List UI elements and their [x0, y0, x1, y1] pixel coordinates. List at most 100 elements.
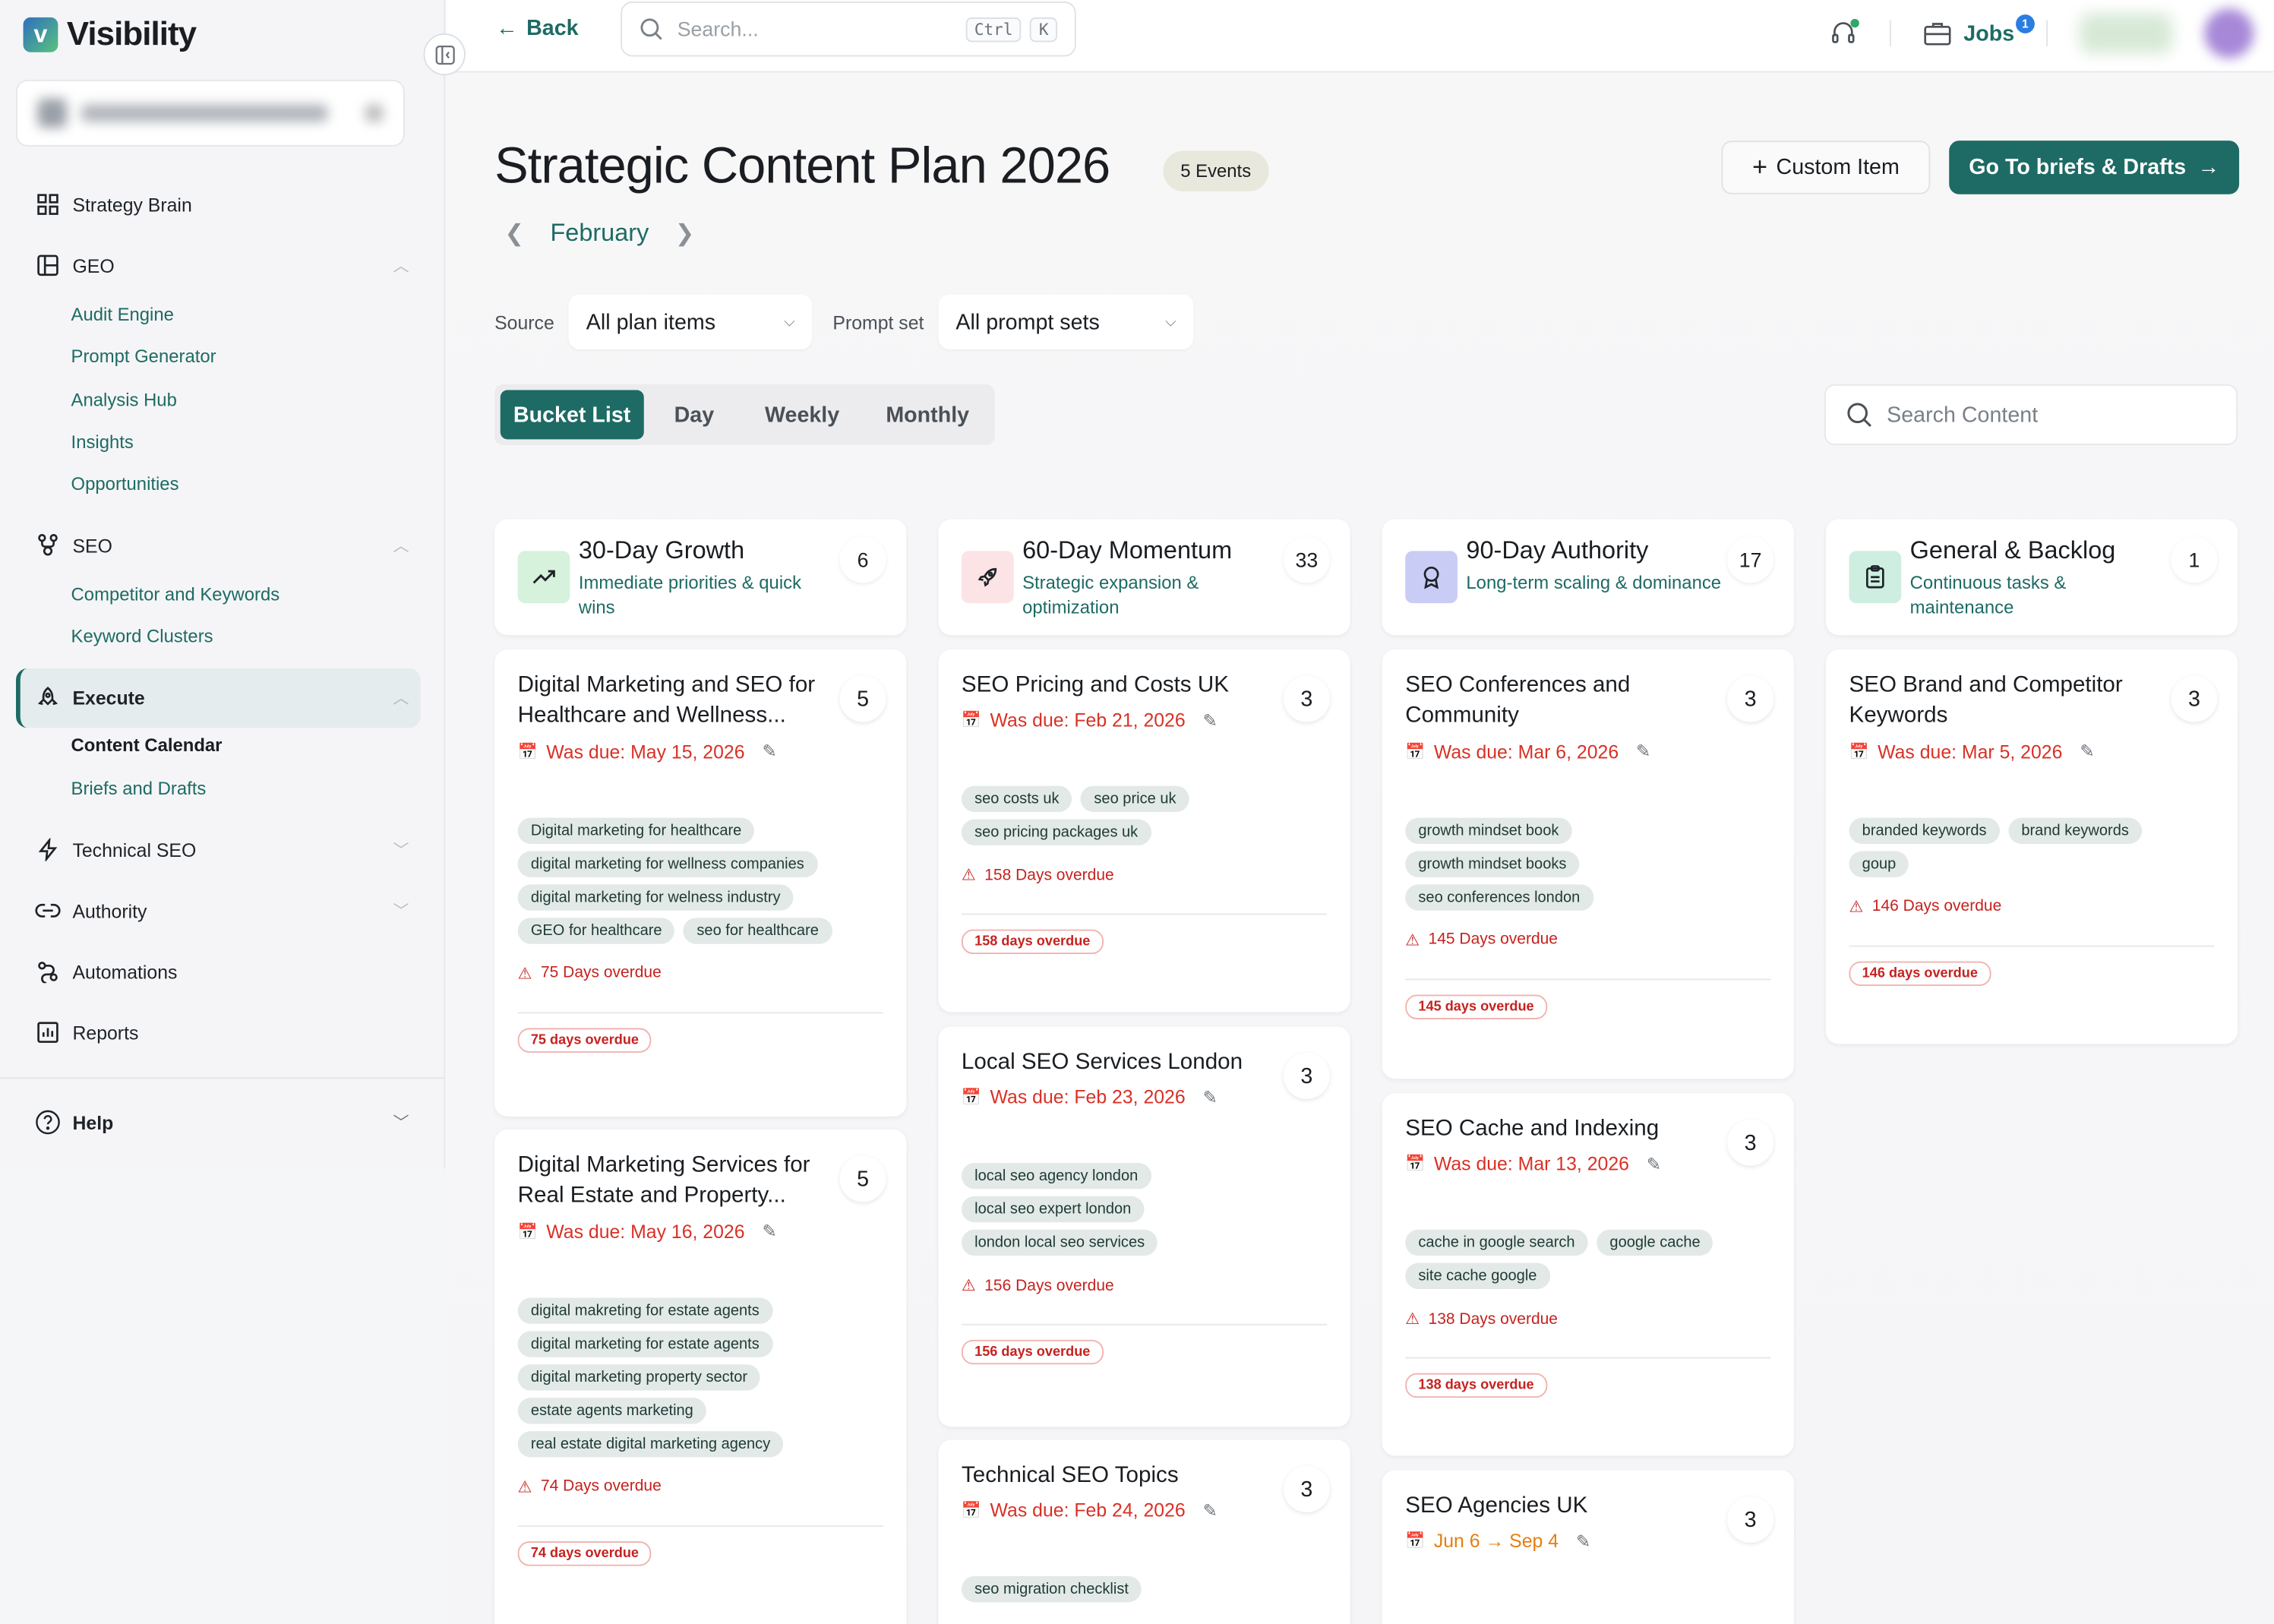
go-to-briefs-label: Go To briefs & Drafts: [1969, 155, 2187, 180]
edit-pencil-icon[interactable]: ✎: [762, 1221, 776, 1242]
content-card[interactable]: Local SEO Services London 3 📅 Was due: Fe…: [938, 1026, 1350, 1427]
custom-item-button[interactable]: + Custom Item: [1721, 141, 1931, 194]
grid-icon: [35, 191, 61, 217]
tab-weekly[interactable]: Weekly: [744, 390, 860, 439]
due-date: 📅 Was due: Feb 24, 2026 ✎: [962, 1500, 1327, 1522]
sidebar-item-label: Reports: [72, 1021, 139, 1044]
due-text: Was due: Mar 5, 2026: [1878, 740, 2063, 763]
edit-pencil-icon[interactable]: ✎: [1203, 1087, 1218, 1107]
overdue-warning: ⚠ 74 Days overdue: [518, 1477, 883, 1496]
content-card[interactable]: SEO Brand and Competitor Keywords 3 📅 Was…: [1825, 649, 2238, 1044]
sidebar-item-automations[interactable]: Automations: [35, 959, 409, 984]
sidebar-subitem-keyword-clusters[interactable]: Keyword Clusters: [71, 627, 213, 647]
chevron-up-icon[interactable]: ︿: [393, 533, 409, 557]
due-date: 📅 Was due: Mar 13, 2026 ✎: [1405, 1153, 1770, 1175]
arrow-right-icon: →: [2197, 155, 2220, 180]
content-card[interactable]: SEO Cache and Indexing 3 📅 Was due: Mar 1…: [1382, 1093, 1794, 1456]
keyword-tag: local seo expert london: [961, 1196, 1145, 1223]
go-to-briefs-button[interactable]: Go To briefs & Drafts →: [1949, 141, 2240, 194]
sidebar-item-authority[interactable]: Authority ﹀: [35, 898, 409, 924]
avatar[interactable]: [2204, 8, 2254, 58]
keyword-tag: site cache google: [1405, 1263, 1550, 1290]
link-icon: [35, 898, 61, 924]
sidebar-subitem-insights[interactable]: Insights: [71, 432, 134, 453]
card-keyword-count: 3: [1283, 1465, 1330, 1512]
keyword-tag: goup: [1849, 851, 1909, 877]
sidebar-subitem-briefs-drafts[interactable]: Briefs and Drafts: [71, 779, 207, 799]
plan-chip[interactable]: [2080, 13, 2173, 54]
sidebar-item-label: Authority: [72, 899, 147, 922]
overdue-text: 158 Days overdue: [984, 867, 1114, 885]
sidebar-item-geo[interactable]: GEO ︿: [35, 252, 409, 278]
overdue-warning: ⚠ 145 Days overdue: [1405, 930, 1770, 949]
logo[interactable]: v Visibility: [23, 14, 197, 54]
workspace-switcher[interactable]: [16, 79, 405, 147]
overdue-text: 145 Days overdue: [1428, 930, 1558, 949]
chevron-down-icon: ⌵: [784, 314, 795, 330]
sidebar-item-strategy-brain[interactable]: Strategy Brain: [35, 191, 409, 217]
sidebar-subitem-competitor-keywords[interactable]: Competitor and Keywords: [71, 584, 280, 605]
edit-pencil-icon[interactable]: ✎: [1636, 741, 1650, 762]
chevron-down-icon[interactable]: ﹀: [393, 838, 409, 861]
content-card[interactable]: SEO Pricing and Costs UK 3 📅 Was due: Feb…: [938, 649, 1350, 1013]
prompt-set-select[interactable]: All prompt sets ⌵: [938, 294, 1194, 350]
sidebar-item-technical-seo[interactable]: Technical SEO ﹀: [35, 836, 409, 862]
overdue-badge: 138 days overdue: [1405, 1373, 1547, 1398]
sidebar-item-reports[interactable]: Reports: [35, 1019, 409, 1045]
sidebar-subitem-audit-engine[interactable]: Audit Engine: [71, 305, 174, 325]
edit-pencil-icon[interactable]: ✎: [1203, 710, 1218, 731]
sidebar-subitem-content-calendar[interactable]: Content Calendar: [71, 735, 223, 756]
prompt-set-label: Prompt set: [832, 311, 924, 333]
edit-pencil-icon[interactable]: ✎: [2080, 741, 2094, 762]
chevron-down-icon[interactable]: ﹀: [393, 899, 409, 923]
topbar-actions: Jobs 1: [1829, 8, 2254, 58]
sidebar-subitem-prompt-generator[interactable]: Prompt Generator: [71, 346, 216, 367]
sidebar-subitem-opportunities[interactable]: Opportunities: [71, 474, 179, 494]
warning-icon: ⚠: [961, 1278, 976, 1296]
due-text: Was due: May 15, 2026: [546, 740, 745, 763]
search-content-input[interactable]: Search Content: [1824, 384, 2238, 446]
sidebar-item-help[interactable]: Help ﹀: [35, 1109, 409, 1135]
back-button[interactable]: ← Back: [496, 16, 579, 40]
divider: [1405, 1357, 1771, 1360]
chevron-down-icon[interactable]: ﹀: [393, 1111, 409, 1134]
global-search-input[interactable]: Search... Ctrl K: [621, 1, 1076, 57]
content-card[interactable]: Digital Marketing and SEO for Healthcare…: [494, 649, 907, 1117]
support-headset-icon[interactable]: [1829, 18, 1859, 48]
content-card[interactable]: SEO Agencies UK 3 📅 Jun 6 → Sep 4 ✎: [1382, 1470, 1794, 1624]
help-icon: [35, 1109, 61, 1135]
sidebar-item-execute[interactable]: Execute ︿: [35, 684, 409, 710]
edit-pencil-icon[interactable]: ✎: [1576, 1531, 1590, 1552]
overdue-warning: ⚠ 156 Days overdue: [962, 1277, 1327, 1296]
jobs-button[interactable]: Jobs 1: [1923, 14, 2035, 46]
workspace-avatar: [37, 98, 67, 128]
tab-day[interactable]: Day: [649, 390, 738, 439]
card-title: Digital Marketing Services for Real Esta…: [517, 1152, 810, 1209]
source-select[interactable]: All plan items ⌵: [568, 294, 813, 350]
sidebar-item-seo[interactable]: SEO ︿: [35, 532, 409, 558]
content-card[interactable]: Technical SEO Topics 3 📅 Was due: Feb 24,…: [938, 1439, 1350, 1624]
keyword-tag: digital marketing for welness industry: [517, 883, 794, 911]
chevron-left-icon[interactable]: ❮: [504, 219, 524, 248]
collapse-sidebar-button[interactable]: [423, 33, 466, 76]
column-subtitle: Continuous tasks & maintenance: [1909, 573, 2067, 618]
chevron-up-icon[interactable]: ︿: [393, 254, 409, 277]
overdue-text: 74 Days overdue: [540, 1477, 662, 1496]
tab-bucket-list[interactable]: Bucket List: [500, 390, 644, 440]
divider: [1849, 945, 2215, 947]
view-tabs: Bucket List Day Weekly Monthly: [494, 384, 996, 446]
content-card[interactable]: Digital Marketing Services for Real Esta…: [494, 1130, 907, 1624]
sidebar-subitem-analysis-hub[interactable]: Analysis Hub: [71, 390, 177, 410]
tab-monthly[interactable]: Monthly: [866, 390, 990, 439]
edit-pencil-icon[interactable]: ✎: [1203, 1500, 1218, 1521]
chevron-up-icon[interactable]: ︿: [393, 686, 409, 709]
edit-pencil-icon[interactable]: ✎: [1647, 1154, 1661, 1174]
chevron-right-icon[interactable]: ❯: [675, 219, 695, 248]
keyword-tags: branded keywords brand keywords goup: [1849, 817, 2182, 877]
edit-pencil-icon[interactable]: ✎: [762, 741, 776, 762]
content-card[interactable]: SEO Conferences and Community 3 📅 Was due…: [1382, 649, 1794, 1079]
main-content: Strategic Content Plan 2026 5 Events ❮ F…: [447, 74, 2274, 1624]
network-icon: [35, 532, 61, 558]
keyword-tags: local seo agency london local seo expert…: [961, 1163, 1194, 1256]
source-value: All plan items: [586, 309, 716, 335]
